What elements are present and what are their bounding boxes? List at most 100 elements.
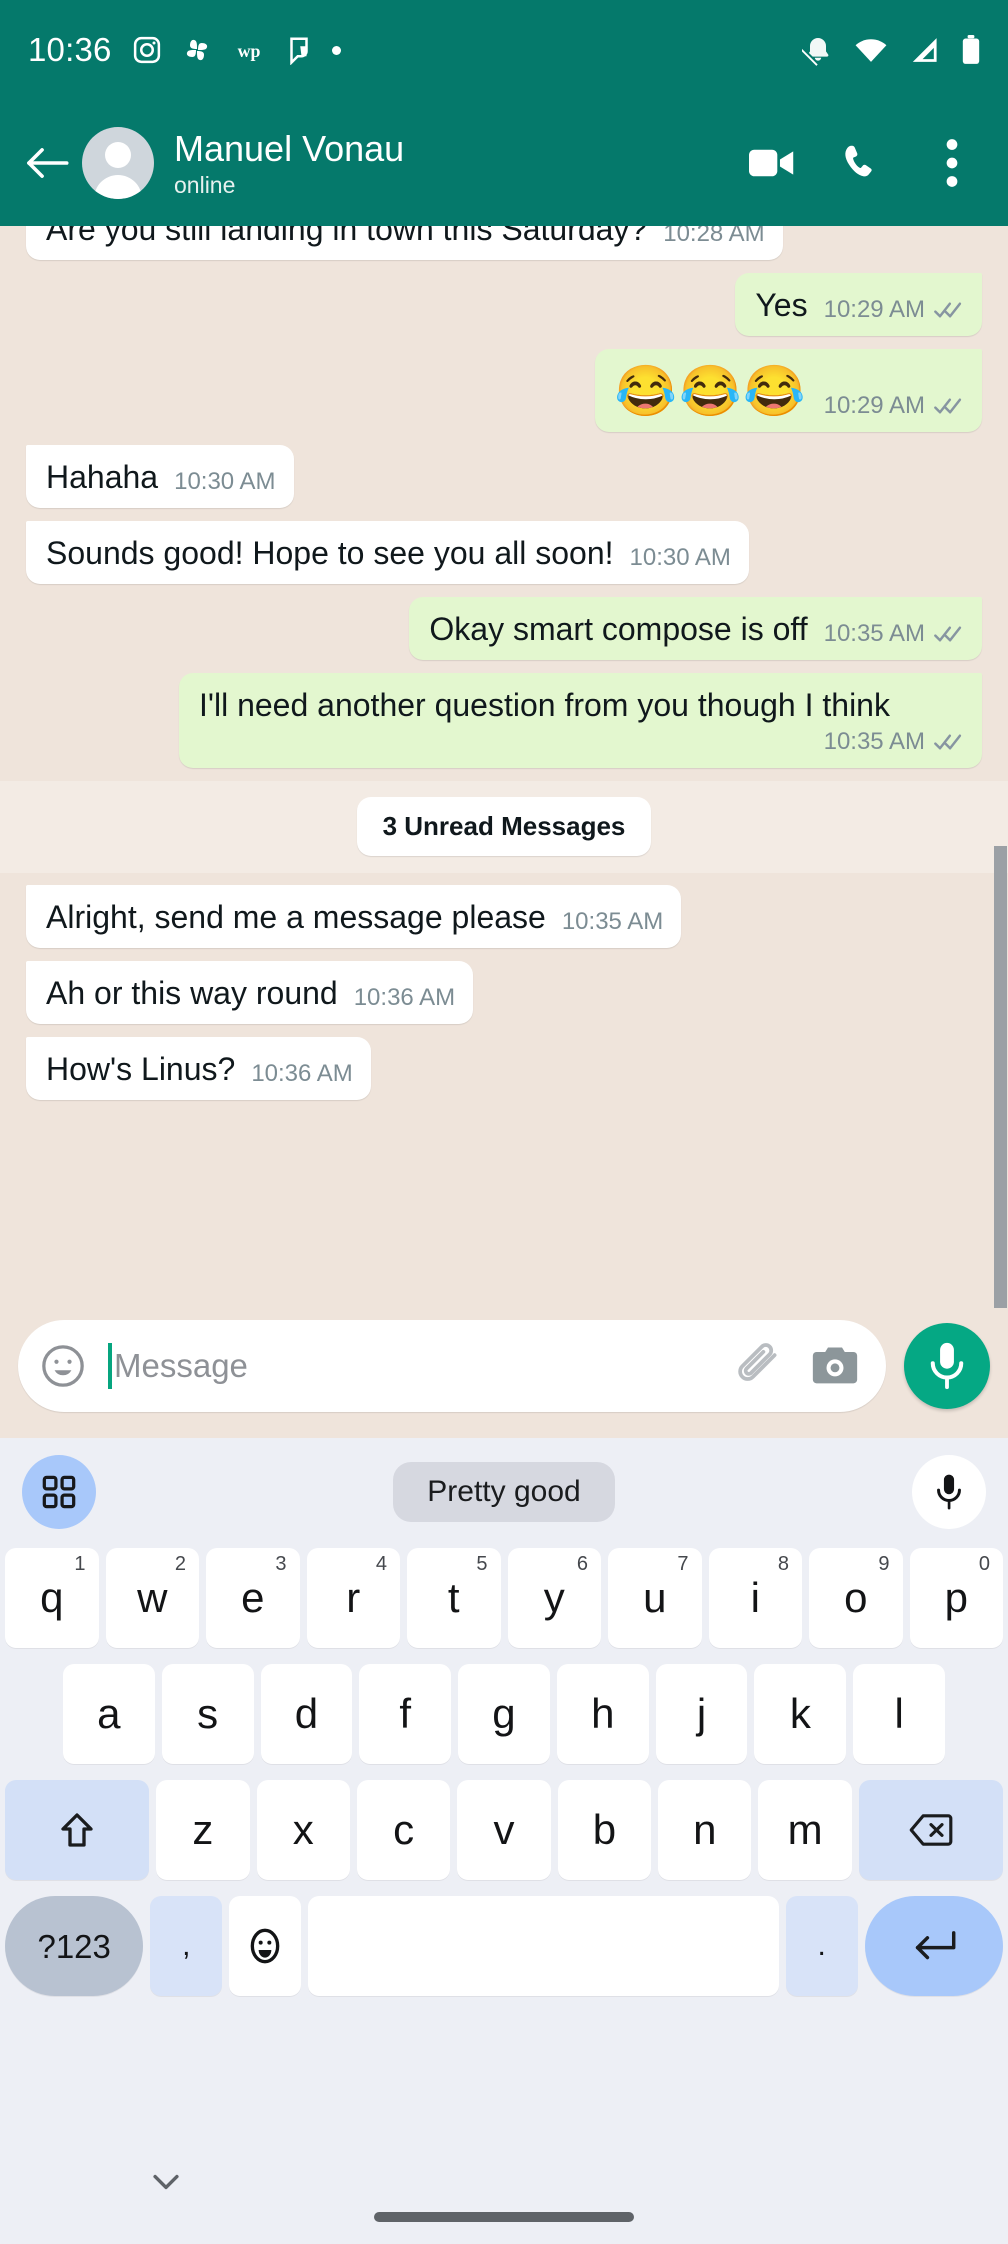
key-a[interactable]: a — [62, 1664, 155, 1764]
key-r[interactable]: 4r — [306, 1548, 400, 1648]
key-u[interactable]: 7u — [608, 1548, 702, 1648]
key-label: p — [944, 1574, 968, 1621]
message-meta: 10:35 AM — [824, 616, 964, 648]
read-receipt-icon — [934, 398, 962, 414]
key-g[interactable]: g — [458, 1664, 550, 1764]
outgoing-message-bubble[interactable]: Okay smart compose is off 10:35 AM — [409, 597, 982, 660]
emoji-smiley-icon[interactable] — [40, 1343, 86, 1389]
chat-scrollbar[interactable] — [994, 846, 1007, 1308]
key-label: y — [543, 1574, 565, 1621]
message-meta: 10:36 AM — [354, 980, 455, 1012]
key-x[interactable]: x — [256, 1780, 350, 1880]
message-text: I'll need another question from you thou… — [198, 687, 890, 723]
key-label: c — [393, 1806, 415, 1853]
voice-message-button[interactable] — [904, 1323, 990, 1409]
key-f[interactable]: f — [359, 1664, 452, 1764]
keyboard-row-2: asdfghjkl — [0, 1664, 1008, 1764]
key-label: m — [787, 1806, 823, 1853]
back-arrow-icon[interactable] — [18, 134, 76, 192]
key-j[interactable]: j — [655, 1664, 748, 1764]
incoming-message-bubble[interactable]: Ah or this way round 10:36 AM — [26, 961, 474, 1024]
video-call-icon[interactable] — [748, 139, 796, 187]
chevron-down-icon[interactable] — [152, 2172, 180, 2197]
message-text: How's Linus? — [46, 1051, 236, 1087]
incoming-message-bubble[interactable]: Alright, send me a message please 10:35 A… — [26, 885, 682, 948]
camera-icon[interactable] — [810, 1341, 860, 1391]
comma-key[interactable]: , — [150, 1896, 223, 1996]
key-alt-number: 3 — [275, 1553, 287, 1575]
key-e[interactable]: 3e — [206, 1548, 300, 1648]
key-d[interactable]: d — [260, 1664, 353, 1764]
message-meta: 10:29 AM — [824, 388, 964, 420]
ringer-muted-icon — [802, 38, 829, 66]
key-k[interactable]: k — [754, 1664, 847, 1764]
status-bar-clock: 10:36 — [28, 31, 112, 68]
emoji-keyboard-icon[interactable] — [229, 1896, 302, 1996]
incoming-message-bubble[interactable]: How's Linus? 10:36 AM — [26, 1037, 371, 1100]
message-input-pill[interactable]: Message — [18, 1320, 886, 1412]
paperclip-icon[interactable] — [734, 1341, 784, 1391]
key-m[interactable]: m — [758, 1780, 852, 1880]
keyboard-toolbar-grid-icon[interactable] — [22, 1455, 96, 1529]
status-bar-system-icons — [802, 34, 982, 66]
status-bar-notification-icons: wp — [132, 35, 341, 65]
message-timestamp: 10:29 AM — [823, 296, 925, 323]
key-label: l — [894, 1690, 904, 1737]
key-c[interactable]: c — [356, 1780, 451, 1880]
space-key[interactable] — [308, 1896, 779, 1996]
key-q[interactable]: 1q — [5, 1548, 99, 1648]
wifi-icon — [855, 39, 887, 62]
key-h[interactable]: h — [556, 1664, 649, 1764]
gesture-home-handle[interactable] — [374, 2212, 634, 2222]
incoming-message-bubble[interactable]: Sounds good! Hope to see you all soon! 10… — [26, 521, 749, 584]
page-title: Manuel Vonau — [174, 127, 405, 169]
unread-count-label: 3 Unread Messages — [356, 797, 652, 856]
key-p[interactable]: 0p — [909, 1548, 1003, 1648]
outgoing-message-bubble[interactable]: I'll need another question from you thou… — [178, 673, 982, 768]
period-key[interactable]: . — [785, 1896, 858, 1996]
voice-call-icon[interactable] — [838, 139, 886, 187]
message-text: 😂😂😂 — [614, 363, 808, 419]
key-label: s — [197, 1690, 219, 1737]
key-label: g — [492, 1690, 516, 1737]
read-receipt-icon — [934, 626, 962, 642]
key-label: u — [643, 1574, 667, 1621]
key-label: t — [447, 1574, 460, 1621]
more-options-icon[interactable] — [928, 139, 976, 187]
outgoing-message-bubble[interactable]: 😂😂😂 10:29 AM — [594, 349, 982, 432]
suggestion-chip[interactable]: Pretty good — [393, 1462, 615, 1522]
key-t[interactable]: 5t — [407, 1548, 501, 1648]
key-b[interactable]: b — [557, 1780, 652, 1880]
key-y[interactable]: 6y — [507, 1548, 601, 1648]
dot-icon — [331, 45, 341, 55]
key-s[interactable]: s — [161, 1664, 254, 1764]
incoming-message-bubble[interactable]: Hahaha 10:30 AM — [26, 445, 294, 508]
enter-icon[interactable] — [864, 1896, 1004, 1996]
backspace-icon[interactable] — [858, 1780, 1003, 1880]
message-list[interactable]: Are you still landing in town this Satur… — [0, 226, 1008, 1438]
contact-header[interactable]: Manuel Vonau online — [174, 128, 404, 199]
key-n[interactable]: n — [658, 1780, 752, 1880]
app-bar-actions — [748, 139, 984, 187]
key-v[interactable]: v — [457, 1780, 551, 1880]
message-timestamp: 10:35 AM — [561, 908, 664, 935]
battery-icon — [962, 35, 980, 64]
incoming-message-bubble[interactable]: Are you still landing in town this Satur… — [26, 226, 783, 260]
presence-status: online — [174, 171, 236, 198]
message-input-placeholder[interactable]: Message — [114, 1347, 708, 1385]
pinwheel-icon — [186, 39, 207, 61]
shift-icon[interactable] — [5, 1780, 150, 1880]
key-alt-number: 6 — [576, 1553, 588, 1575]
message-text: Alright, send me a message please — [46, 899, 546, 935]
key-w[interactable]: 2w — [105, 1548, 199, 1648]
key-l[interactable]: l — [853, 1664, 945, 1764]
key-i[interactable]: 8i — [708, 1548, 802, 1648]
voice-input-microphone-icon[interactable] — [912, 1455, 986, 1529]
key-o[interactable]: 9o — [809, 1548, 903, 1648]
outgoing-message-bubble[interactable]: Yes 10:29 AM — [735, 273, 982, 336]
message-meta: 10:30 AM — [174, 464, 275, 496]
symbols-key[interactable]: ?123 — [5, 1896, 144, 1996]
message-meta: 10:28 AM — [663, 226, 764, 248]
avatar[interactable] — [82, 127, 154, 199]
key-z[interactable]: z — [156, 1780, 250, 1880]
